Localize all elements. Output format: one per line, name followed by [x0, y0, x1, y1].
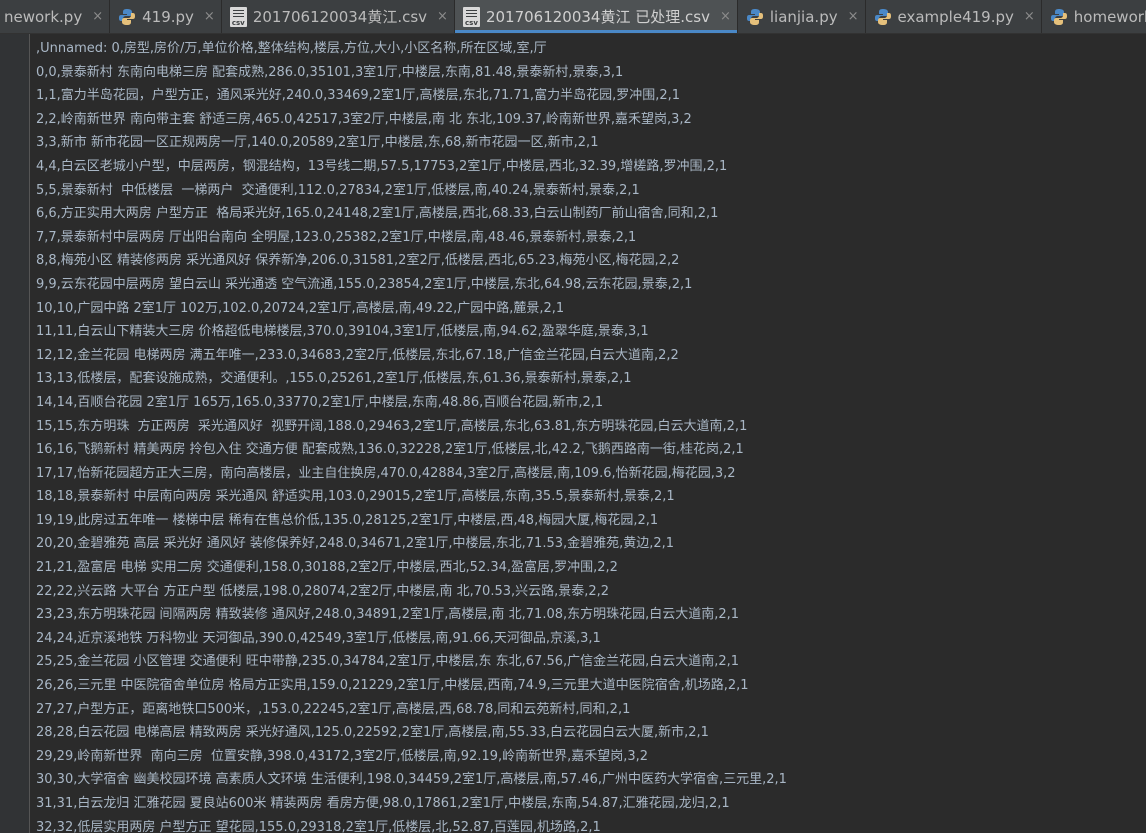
csv-line[interactable]: 16,16,飞鹅新村 精美两房 拎包入住 交通方便 配套成熟,136.0,322… [36, 438, 1146, 462]
csv-file-icon: csv [229, 6, 247, 27]
python-file-icon [874, 8, 892, 26]
close-icon[interactable]: × [437, 9, 448, 24]
csv-line[interactable]: 24,24,近京溪地铁 万科物业 天河御品,390.0,42549,3室1厅,低… [36, 627, 1146, 651]
editor-gutter[interactable] [0, 34, 30, 833]
csv-line[interactable]: 5,5,景泰新村 中低楼层 一梯两户 交通便利,112.0,27834,2室1厅… [36, 179, 1146, 203]
close-icon[interactable]: × [92, 9, 103, 24]
csv-line[interactable]: 32,32,低层实用两房 户型方正 望花园,155.0,29318,2室1厅,低… [36, 816, 1146, 833]
tab-label: 201706120034黄江.csv [252, 8, 428, 26]
csv-file-icon: csv [462, 6, 480, 27]
csv-line[interactable]: 29,29,岭南新世界 南向三房 位置安静,398.0,43172,3室2厅,低… [36, 745, 1146, 769]
close-icon[interactable]: × [720, 9, 731, 24]
csv-line[interactable]: 27,27,户型方正，距离地铁口500米，,153.0,22245,2室1厅,高… [36, 698, 1146, 722]
tab-nework-py[interactable]: nework.py × [0, 0, 111, 33]
csv-line[interactable]: 7,7,景泰新村中层两房 厅出阳台南向 全明屋,123.0,25382,2室1厅… [36, 226, 1146, 250]
tab-label: nework.py [4, 7, 83, 26]
python-file-icon [1050, 8, 1068, 26]
csv-line[interactable]: 12,12,金兰花园 电梯两房 满五年唯一,233.0,34683,2室2厅,低… [36, 344, 1146, 368]
tab-419-py[interactable]: 419.py × [110, 0, 222, 33]
python-file-icon [118, 8, 136, 26]
csv-line[interactable]: 8,8,梅苑小区 精装修两房 采光通风好 保养新净,206.0,31581,2室… [36, 249, 1146, 273]
csv-line[interactable]: 21,21,盈富居 电梯 实用二房 交通便利,158.0,30188,2室2厅,… [36, 556, 1146, 580]
csv-line[interactable]: 1,1,富力半岛花园，户型方正，通风采光好,240.0,33469,2室1厅,高… [36, 84, 1146, 108]
csv-line[interactable]: 11,11,白云山下精装大三房 价格超低电梯楼层,370.0,39104,3室1… [36, 320, 1146, 344]
csv-line[interactable]: 2,2,岭南新世界 南向带主套 舒适三房,465.0,42517,3室2厅,中楼… [36, 108, 1146, 132]
csv-line[interactable]: 31,31,白云龙归 汇雅花园 夏良站600米 精装两房 看房方便,98.0,1… [36, 792, 1146, 816]
csv-line[interactable]: 10,10,广园中路 2室1厅 102万,102.0,20724,2室1厅,高楼… [36, 297, 1146, 321]
csv-line[interactable]: 6,6,方正实用大两房 户型方正 格局采光好,165.0,24148,2室1厅,… [36, 202, 1146, 226]
csv-line[interactable]: 25,25,金兰花园 小区管理 交通便利 旺中带静,235.0,34784,2室… [36, 650, 1146, 674]
csv-line[interactable]: 26,26,三元里 中医院宿舍单位房 格局方正实用,159.0,21229,2室… [36, 674, 1146, 698]
csv-header-line[interactable]: ,Unnamed: 0,房型,房价/万,单位价格,整体结构,楼层,方位,大小,小… [36, 37, 1146, 61]
csv-line[interactable]: 9,9,云东花园中层两房 望白云山 采光通透 空气流通,155.0,23854,… [36, 273, 1146, 297]
tab-label: 201706120034黄江 已处理.csv [485, 8, 710, 26]
tab-example419-py[interactable]: example419.py × [866, 0, 1042, 33]
csv-line[interactable]: 18,18,景泰新村 中层南向两房 采光通风 舒适实用,103.0,29015,… [36, 485, 1146, 509]
csv-line[interactable]: 23,23,东方明珠花园 间隔两房 精致装修 通风好,248.0,34891,2… [36, 603, 1146, 627]
csv-line[interactable]: 3,3,新市 新市花园一区正规两房一厅,140.0,20589,2室1厅,中楼层… [36, 131, 1146, 155]
tab-homework42-py[interactable]: homework42 [1042, 0, 1146, 33]
csv-line[interactable]: 28,28,白云花园 电梯高层 精致两房 采光好通风,125.0,22592,2… [36, 721, 1146, 745]
python-file-icon [746, 8, 764, 26]
editor-tab-bar: nework.py × 419.py × csv 201706120034黄江.… [0, 0, 1146, 34]
csv-line[interactable]: 14,14,百顺台花园 2室1厅 165万,165.0,33770,2室1厅,中… [36, 391, 1146, 415]
close-icon[interactable]: × [1024, 9, 1035, 24]
csv-line[interactable]: 19,19,此房过五年唯一 楼梯中层 稀有在售总价低,135.0,28125,2… [36, 509, 1146, 533]
tab-label: 419.py [142, 7, 194, 26]
close-icon[interactable]: × [204, 9, 215, 24]
csv-line[interactable]: 20,20,金碧雅苑 高层 采光好 通风好 装修保养好,248.0,34671,… [36, 532, 1146, 556]
tab-label: lianjia.py [769, 7, 838, 26]
csv-line[interactable]: 15,15,东方明珠 方正两房 采光通风好 视野开阔,188.0,29463,2… [36, 415, 1146, 439]
tab-label: homework42 [1073, 7, 1146, 26]
csv-line[interactable]: 13,13,低楼层，配套设施成熟，交通便利。,155.0,25261,2室1厅,… [36, 367, 1146, 391]
csv-line[interactable]: 22,22,兴云路 大平台 方正户型 低楼层,198.0,28074,2室2厅,… [36, 580, 1146, 604]
csv-line[interactable]: 30,30,大学宿舍 幽美校园环境 高素质人文环境 生活便利,198.0,344… [36, 768, 1146, 792]
csv-line[interactable]: 17,17,怡新花园超方正大三房，南向高楼层，业主自住换房,470.0,4288… [36, 462, 1146, 486]
tab-csv-raw[interactable]: csv 201706120034黄江.csv × [222, 0, 455, 33]
csv-editor[interactable]: ,Unnamed: 0,房型,房价/万,单位价格,整体结构,楼层,方位,大小,小… [36, 37, 1146, 833]
tab-label: example419.py [897, 7, 1014, 26]
close-icon[interactable]: × [848, 9, 859, 24]
csv-line[interactable]: 4,4,白云区老城小户型，中层两房，钢混结构，13号线二期,57.5,17753… [36, 155, 1146, 179]
tab-csv-processed[interactable]: csv 201706120034黄江 已处理.csv × [454, 0, 738, 33]
csv-line[interactable]: 0,0,景泰新村 东南向电梯三房 配套成熟,286.0,35101,3室1厅,中… [36, 61, 1146, 85]
tab-lianjia-py[interactable]: lianjia.py × [738, 0, 866, 33]
